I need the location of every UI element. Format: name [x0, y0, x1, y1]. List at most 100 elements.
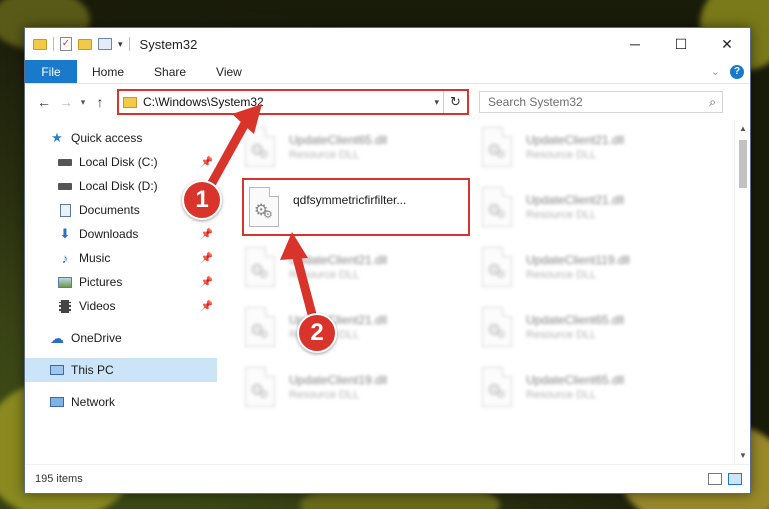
up-arrow-icon[interactable]: ↑	[89, 94, 111, 110]
new-folder-icon[interactable]	[78, 38, 92, 50]
ribbon-tabs: File Home Share View ⌄ ?	[25, 60, 750, 84]
sidebar-item-videos[interactable]: Videos 📌	[25, 294, 217, 318]
sidebar-item-label: This PC	[71, 363, 114, 377]
sidebar-item-this-pc[interactable]: This PC	[25, 358, 217, 382]
address-dropdown-chevron-icon[interactable]: ▾	[434, 97, 439, 108]
drive-icon	[57, 155, 73, 169]
folder-icon	[33, 38, 47, 50]
file-list: ⚙ ⚙ UpdateClient65.dll Resource DLL ⚙ ⚙ Upd…	[217, 120, 734, 464]
navigation-row: ← → ▾ ↑ C:\Windows\System32 ▾ ↻ Search S…	[25, 84, 750, 120]
list-item[interactable]: ⚙⚙ UpdateClient21.dllResource DLL	[482, 120, 702, 174]
pin-icon: 📌	[200, 228, 213, 240]
dll-file-icon: ⚙ ⚙	[482, 187, 512, 227]
music-icon: ♪	[61, 250, 69, 266]
vertical-scrollbar[interactable]: ▲ ▼	[734, 120, 750, 464]
properties-check-icon[interactable]: ✓	[60, 37, 72, 51]
scroll-down-icon[interactable]: ▼	[735, 451, 751, 460]
maximize-button[interactable]: ☐	[658, 28, 704, 60]
tab-file[interactable]: File	[25, 60, 77, 83]
minimize-button[interactable]: ─	[612, 28, 658, 60]
explorer-window: ✓ ▾ System32 ─ ☐ ✕ File Home Share View …	[24, 27, 751, 494]
list-item[interactable]: ⚙⚙ UpdateClient21.dllResource DLL	[245, 300, 465, 354]
sidebar-item-music[interactable]: ♪ Music 📌	[25, 246, 217, 270]
downloads-icon: ⬇	[59, 226, 71, 241]
forward-arrow-icon[interactable]: →	[55, 94, 77, 110]
expand-ribbon-chevron-icon[interactable]: ⌄	[711, 65, 720, 78]
tab-share[interactable]: Share	[139, 60, 201, 83]
file-name: UpdateClient65.dll	[289, 133, 388, 147]
sidebar-item-network[interactable]: Network	[25, 390, 217, 414]
file-name: UpdateClient19.dll	[289, 373, 388, 387]
file-name: UpdateClient65.dll	[526, 313, 625, 327]
status-bar: 195 items	[25, 464, 750, 492]
sidebar-item-label: Quick access	[71, 131, 143, 145]
recent-locations-chevron-icon[interactable]: ▾	[77, 97, 89, 108]
file-name: UpdateClient119.dll	[526, 253, 630, 267]
file-name: UpdateClient65.dll	[526, 373, 625, 387]
refresh-icon[interactable]: ↻	[443, 91, 467, 113]
search-input[interactable]: Search System32 ⌕	[479, 91, 723, 113]
tab-view[interactable]: View	[201, 60, 257, 83]
folder-icon	[123, 96, 137, 108]
file-type: Resource DLL	[526, 209, 597, 221]
star-icon: ★	[51, 130, 63, 145]
dll-file-icon: ⚙ ⚙	[245, 247, 275, 287]
large-icons-view-icon[interactable]	[728, 472, 742, 485]
computer-icon	[49, 363, 65, 377]
file-name: UpdateClient21.dll	[526, 133, 625, 147]
sidebar-item-label: Downloads	[79, 227, 139, 241]
search-icon: ⌕	[709, 94, 716, 109]
window-controls: ─ ☐ ✕	[612, 28, 750, 60]
rename-icon[interactable]	[98, 38, 112, 50]
list-item[interactable]: ⚙ ⚙ UpdateClient65.dll Resource DLL	[482, 300, 702, 354]
sidebar-item-downloads[interactable]: ⬇ Downloads 📌	[25, 222, 217, 246]
view-toggle	[708, 472, 750, 485]
quick-access-toolbar: ✓ ▾	[33, 37, 130, 51]
sidebar-item-label: Network	[71, 395, 116, 409]
address-bar[interactable]: C:\Windows\System32 ▾ ↻	[117, 89, 469, 115]
dll-file-icon: ⚙ ⚙	[245, 367, 275, 407]
dll-file-icon: ⚙ ⚙	[245, 127, 275, 167]
file-type: Resource DLL	[289, 149, 360, 161]
list-item[interactable]: ⚙ ⚙ UpdateClient19.dll Resource DLL	[245, 360, 465, 414]
tab-home[interactable]: Home	[77, 60, 139, 83]
close-button[interactable]: ✕	[704, 28, 750, 60]
cloud-icon: ☁	[50, 329, 64, 346]
window-title: System32	[139, 36, 198, 52]
file-name: UpdateClient21.dll	[526, 193, 625, 207]
sidebar-item-label: Videos	[79, 299, 116, 313]
sidebar-item-pictures[interactable]: Pictures 📌	[25, 270, 217, 294]
dll-file-icon: ⚙ ⚙	[482, 367, 512, 407]
sidebar-item-onedrive[interactable]: ☁ OneDrive	[25, 326, 217, 350]
file-type: Resource DLL	[526, 389, 597, 401]
list-item[interactable]: ⚙ ⚙ UpdateClient65.dll Resource DLL	[482, 360, 702, 414]
sidebar-item-label: Documents	[79, 203, 140, 217]
address-path[interactable]: C:\Windows\System32	[143, 95, 264, 109]
search-placeholder: Search System32	[488, 95, 583, 109]
drive-icon	[57, 179, 73, 193]
documents-icon	[57, 203, 73, 217]
pin-icon: 📌	[200, 276, 213, 288]
toolbar-divider	[128, 37, 130, 51]
pin-icon: 📌	[200, 300, 213, 312]
sidebar-item-local-disk-c[interactable]: Local Disk (C:) 📌	[25, 150, 217, 174]
file-type: Resource DLL	[526, 269, 597, 281]
details-view-icon[interactable]	[708, 472, 722, 485]
sidebar-item-quick-access[interactable]: ★ Quick access	[25, 126, 217, 150]
file-name: UpdateClient21.dll	[289, 253, 388, 267]
back-arrow-icon[interactable]: ←	[33, 94, 55, 110]
sidebar-item-label: OneDrive	[71, 331, 122, 345]
list-item[interactable]: ⚙ ⚙ UpdateClient119.dll Resource DLL	[482, 240, 702, 294]
dll-file-icon: ⚙ ⚙	[482, 247, 512, 287]
scroll-up-icon[interactable]: ▲	[735, 124, 751, 133]
pin-icon: 📌	[200, 252, 213, 264]
ribbon-right: ⌄ ?	[711, 60, 750, 83]
dll-file-icon: ⚙ ⚙	[245, 307, 275, 347]
list-item[interactable]: ⚙⚙ UpdateClient21.dllResource DLL	[245, 240, 465, 294]
help-icon[interactable]: ?	[730, 64, 744, 79]
scrollbar-thumb[interactable]	[739, 140, 747, 188]
customize-toolbar-chevron-icon[interactable]: ▾	[118, 39, 123, 50]
file-type: Resource DLL	[526, 149, 597, 161]
list-item[interactable]: ⚙ ⚙ UpdateClient65.dll Resource DLL	[245, 120, 465, 174]
list-item[interactable]: ⚙⚙ UpdateClient21.dll Resource DLL	[482, 180, 702, 234]
